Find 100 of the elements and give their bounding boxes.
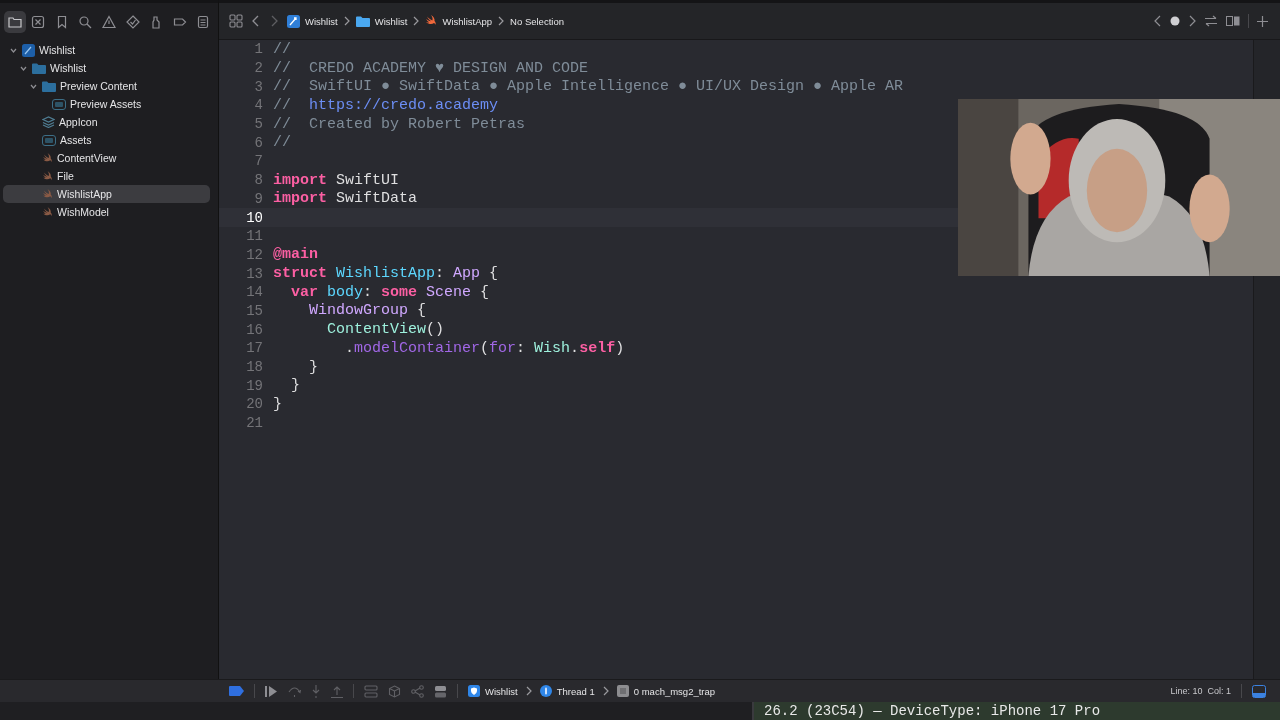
code-line: ContentView(): [326, 321, 445, 339]
chevron-icon: [413, 16, 420, 26]
console-text: 26.2 (23C54) — DeviceType: iPhone 17 Pro: [764, 703, 1101, 719]
line-number: 5: [253, 116, 264, 133]
line-number: 19: [245, 377, 264, 394]
chevron-icon: [343, 16, 350, 26]
code-line: }: [308, 358, 318, 376]
navigator-item[interactable]: ContentView: [3, 149, 210, 167]
line-number: 9: [253, 190, 264, 207]
forward-icon[interactable]: [269, 14, 279, 28]
swift-icon: [42, 170, 53, 182]
code-line: import SwiftUI: [273, 171, 400, 189]
navigator-item[interactable]: Preview Assets: [3, 95, 210, 113]
line-number: 20: [245, 396, 264, 413]
project-icon: [287, 14, 300, 28]
debug-breadcrumb-item[interactable]: Thread 1: [539, 685, 595, 697]
swift-icon: [425, 15, 438, 27]
chevron-icon: [498, 16, 505, 26]
back-icon[interactable]: [251, 14, 261, 28]
code-line: // SwiftUI ● SwiftData ● Apple Intelligence ● UI/UX Design ● Apple AR: [273, 78, 904, 96]
line-number: 11: [245, 228, 264, 245]
code-line: // Created by Robert Petras: [273, 115, 526, 133]
navigator-item[interactable]: Wishlist: [3, 59, 210, 77]
folder-icon: [7, 14, 22, 29]
navigator-item[interactable]: Wishlist: [3, 41, 210, 59]
folder-icon: [42, 80, 56, 92]
diamond-icon: [125, 14, 140, 29]
disclosure-icon[interactable]: [20, 64, 27, 72]
line-number: 6: [253, 134, 264, 151]
split-editor-icon[interactable]: [1226, 15, 1240, 27]
asset-catalog-icon: [52, 98, 66, 110]
report-icon: [196, 14, 211, 29]
breakpoints-icon[interactable]: [229, 686, 244, 696]
swift-icon: [42, 206, 53, 218]
cursor-position: Line: 10 Col: 1: [1170, 686, 1231, 696]
line-number: 2: [253, 60, 264, 77]
line-number: 7: [253, 153, 264, 170]
shield-icon: [468, 685, 480, 697]
code-line: .modelContainer(for: Wish.self): [344, 339, 625, 357]
code-line: }: [273, 395, 282, 413]
navigator-item[interactable]: WishlistApp: [3, 185, 210, 203]
code-line: //: [273, 40, 291, 58]
code-line: var body: some Scene {: [290, 283, 490, 301]
previous-issue-icon[interactable]: [1154, 15, 1162, 27]
line-number: 18: [245, 359, 264, 376]
swap-icon[interactable]: [1204, 15, 1218, 27]
code-line: @main: [273, 246, 318, 264]
swift-icon: [42, 188, 53, 200]
navigator-item[interactable]: AppIcon: [3, 113, 210, 131]
warning-icon: [102, 14, 117, 29]
code-line: WindowGroup {: [308, 302, 427, 320]
environment-icon[interactable]: [434, 684, 447, 698]
line-number: 8: [253, 172, 264, 189]
navigator-item[interactable]: Assets: [3, 131, 210, 149]
line-number: 4: [253, 97, 264, 114]
line-number: 3: [253, 78, 264, 95]
project-icon: [22, 43, 35, 57]
breadcrumb-item[interactable]: WishlistApp: [425, 15, 493, 27]
line-number: 15: [245, 302, 264, 319]
folder-tab[interactable]: [4, 10, 26, 33]
navigator-item[interactable]: WishModel: [3, 203, 210, 221]
chevron-icon: [525, 686, 532, 696]
line-number: 13: [245, 265, 264, 282]
thread-icon: [539, 685, 552, 697]
debug-breadcrumb-item[interactable]: Wishlist: [468, 685, 518, 697]
disclosure-icon[interactable]: [30, 82, 37, 90]
stack-icon: [42, 116, 55, 128]
debug-breadcrumb-item[interactable]: 0 mach_msg2_trap: [616, 685, 716, 697]
line-number: 16: [245, 321, 264, 338]
code-line: import SwiftData: [273, 190, 418, 208]
frame-icon: [616, 685, 629, 697]
chevron-icon: [602, 686, 609, 696]
code-line: }: [290, 377, 300, 395]
code-line: struct WishlistApp: App {: [273, 265, 499, 283]
plus-icon[interactable]: [1257, 15, 1268, 27]
line-number: 21: [245, 415, 264, 432]
breadcrumb-item[interactable]: No Selection: [510, 15, 564, 27]
line-number: 17: [245, 340, 264, 357]
console-toggle-icon[interactable]: [1252, 684, 1266, 698]
line-number: 1: [253, 41, 264, 58]
code-line: //: [273, 134, 291, 152]
continue-icon[interactable]: [265, 685, 278, 697]
navigator-item[interactable]: File: [3, 167, 210, 185]
folder-icon: [355, 15, 370, 27]
search-icon: [78, 14, 93, 29]
swift-icon: [42, 152, 53, 164]
line-number: 14: [245, 284, 264, 301]
breadcrumb-item[interactable]: Wishlist: [355, 15, 408, 27]
line-number: 12: [245, 246, 264, 263]
breadcrumb-item[interactable]: Wishlist: [287, 14, 338, 28]
folder-icon: [32, 62, 46, 74]
asset-catalog-icon: [42, 134, 56, 146]
line-number: 10: [245, 209, 264, 226]
circle-icon[interactable]: [1170, 16, 1180, 26]
disclosure-icon[interactable]: [10, 46, 17, 54]
code-line: // CREDO ACADEMY ♥ DESIGN AND CODE: [273, 59, 589, 77]
next-issue-icon[interactable]: [1188, 15, 1196, 27]
code-line: // https://credo.academy: [273, 96, 499, 114]
grid-icon[interactable]: [229, 14, 243, 28]
navigator-item[interactable]: Preview Content: [3, 77, 210, 95]
